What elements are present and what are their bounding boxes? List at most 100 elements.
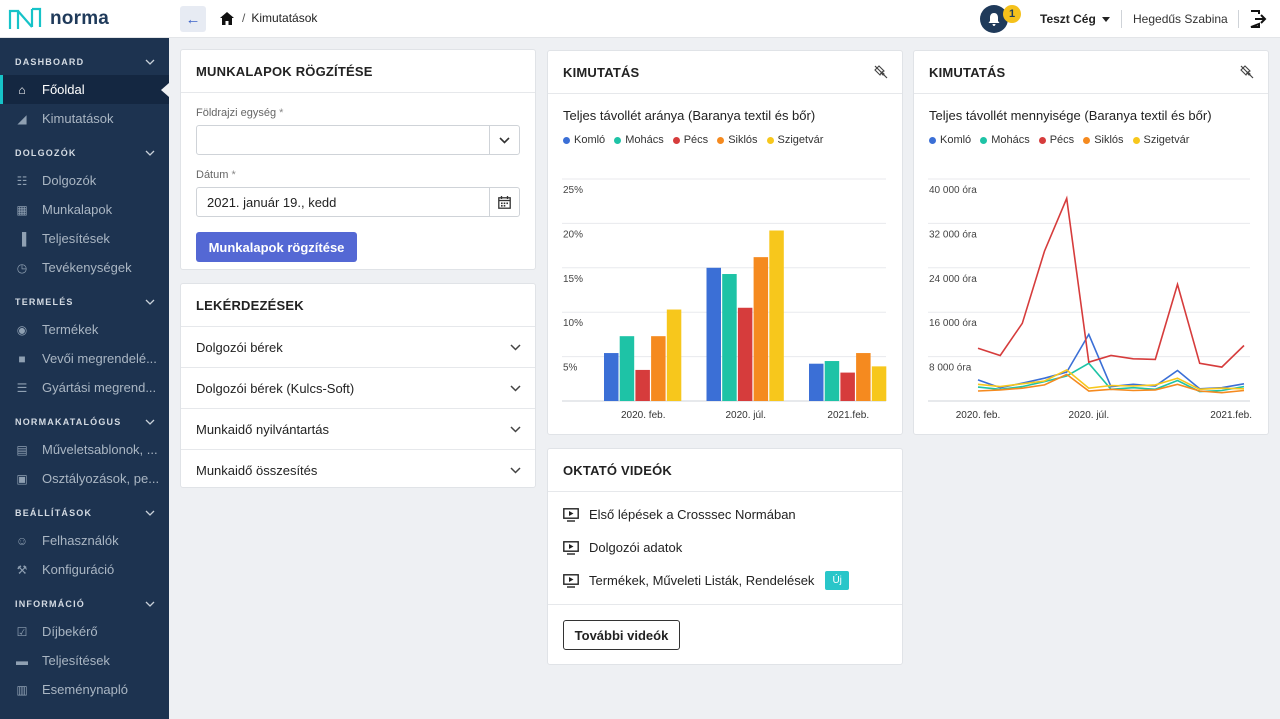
sidebar-item[interactable]: ▬ Teljesítések [0, 646, 169, 675]
legend-item[interactable]: Komló [563, 134, 605, 146]
logout-icon[interactable] [1248, 9, 1268, 29]
bar [856, 353, 871, 401]
legend-dot [563, 136, 570, 144]
query-label: Dolgozói bérek [196, 339, 283, 355]
chevron-down-icon [499, 136, 510, 144]
sidebar-section-header[interactable]: TERMELÉS [0, 288, 169, 315]
chevron-down-icon [510, 425, 521, 433]
video-link[interactable]: Első lépések a Crosssec Normában [563, 498, 902, 531]
unpin-icon[interactable] [874, 65, 888, 79]
y-tick-label: 24 000 óra [929, 274, 977, 285]
bell-icon [988, 12, 1000, 26]
sidebar-section-header[interactable]: INFORMÁCIÓ [0, 590, 169, 617]
legend-item[interactable]: Szigetvár [766, 134, 823, 146]
legend-item[interactable]: Pécs [672, 134, 708, 146]
sidebar-item[interactable]: ▥ Eseménynapló [0, 675, 169, 704]
sidebar-item[interactable]: ☰ Gyártási megrend... [0, 373, 169, 402]
legend-item[interactable]: Mohács [614, 134, 664, 146]
chevron-down-icon [145, 299, 155, 305]
calendar-icon [498, 195, 511, 209]
date-value: 2021. január 19., kedd [207, 195, 337, 210]
query-label: Munkaidő összesítés [196, 463, 318, 478]
sidebar-section-header[interactable]: NORMAKATALÓGUS [0, 408, 169, 435]
sidebar-item[interactable]: ▤ Műveletsablonok, ... [0, 435, 169, 464]
legend-item[interactable]: Siklós [1083, 134, 1124, 146]
query-accordion-item[interactable]: Dolgozói bérek (Kulcs-Soft) [181, 368, 535, 409]
chart-legend: Komló Mohács Pécs Siklós Szigetvár [929, 134, 1268, 146]
query-accordion-item[interactable]: Munkaidő összesítés [181, 450, 535, 491]
legend-item[interactable]: Komló [929, 134, 971, 146]
card-header: LEKÉRDEZÉSEK [181, 284, 535, 327]
classify-icon: ▣ [16, 471, 28, 486]
sidebar-item[interactable]: ☷ Dolgozók [0, 166, 169, 195]
box-icon: ◉ [16, 322, 28, 337]
sidebar-item[interactable]: ▣ Osztályozások, pe... [0, 464, 169, 493]
users-icon: ☷ [16, 173, 28, 188]
video-link[interactable]: Dolgozói adatok [563, 531, 902, 564]
geo-unit-select[interactable] [196, 125, 520, 155]
sidebar-item[interactable]: ☺ Felhasználók [0, 526, 169, 555]
unpin-icon[interactable] [1240, 65, 1254, 79]
sidebar-item[interactable]: ◢ Kimutatások [0, 104, 169, 133]
sidebar-item[interactable]: ◉ Termékek [0, 315, 169, 344]
chart-title: Teljes távollét mennyisége (Baranya text… [929, 108, 1212, 123]
caret-down-icon [1101, 16, 1110, 22]
logo[interactable]: norma [8, 6, 168, 32]
card-header: OKTATÓ VIDEÓK [548, 449, 902, 492]
calendar-button[interactable] [489, 188, 519, 216]
sidebar-item[interactable]: ⚒ Konfiguráció [0, 555, 169, 584]
legend-dot [614, 136, 622, 144]
sidebar-section-header[interactable]: DOLGOZÓK [0, 139, 169, 166]
back-button[interactable]: ← [180, 6, 206, 32]
card-header: KIMUTATÁS [914, 51, 1268, 94]
series-line [977, 332, 1245, 390]
sidebar-item-label: Főoldal [42, 82, 85, 97]
sidebar-item[interactable]: ☑ Díjbekérő [0, 617, 169, 646]
query-accordion-item[interactable]: Dolgozói bérek [181, 327, 535, 368]
card-header: MUNKALAPOK RÖGZÍTÉSE [181, 50, 535, 93]
chevron-down-icon [145, 150, 155, 156]
bar [635, 369, 650, 401]
video-link[interactable]: Termékek, Műveleti Listák, Rendelések Új [563, 564, 902, 597]
card-title: LEKÉRDEZÉSEK [196, 297, 304, 313]
sidebar-section-header[interactable]: DASHBOARD [0, 48, 169, 75]
user-name[interactable]: Hegedűs Szabina [1133, 12, 1228, 26]
video-title: Első lépések a Crosssec Normában [589, 507, 796, 522]
worksheet-card: MUNKALAPOK RÖGZÍTÉSE Földrajzi egység * … [180, 49, 536, 270]
sidebar-item[interactable]: ■ Vevői megrendelé... [0, 344, 169, 373]
sidebar-item[interactable]: ⌂ Főoldal [0, 75, 169, 104]
sidebar-section-header[interactable]: BEÁLLÍTÁSOK [0, 499, 169, 526]
sidebar-item[interactable]: ▐ Teljesítések [0, 224, 169, 253]
wrench-icon: ⚒ [16, 562, 28, 577]
y-tick-label: 10% [563, 318, 583, 329]
queries-card: LEKÉRDEZÉSEK Dolgozói bérek Dolgozói bér… [180, 283, 536, 488]
query-accordion-item[interactable]: Munkaidő nyilvántartás [181, 409, 535, 450]
home-icon[interactable] [220, 11, 234, 25]
legend-dot [672, 136, 680, 144]
sidebar-item-label: Műveletsablonok, ... [42, 442, 158, 457]
y-tick-label: 20% [563, 229, 583, 240]
chevron-down-icon [145, 601, 155, 607]
bar-chart-card: KIMUTATÁS Teljes távollét aránya (Barany… [547, 50, 903, 435]
sidebar-item-label: Termékek [42, 322, 99, 337]
dropdown-button[interactable] [489, 126, 519, 154]
legend-item[interactable]: Siklós [717, 134, 758, 146]
sidebar-item-label: Felhasználók [42, 533, 119, 548]
record-worksheets-button[interactable]: Munkalapok rögzítése [196, 232, 357, 262]
legend-item[interactable]: Pécs [1038, 134, 1074, 146]
new-badge: Új [825, 571, 849, 590]
legend-item[interactable]: Szigetvár [1132, 134, 1189, 146]
date-field[interactable]: 2021. január 19., kedd [196, 187, 520, 217]
legend-item[interactable]: Mohács [980, 134, 1030, 146]
geo-unit-label: Földrajzi egység * [196, 107, 284, 119]
bar [604, 353, 619, 401]
sidebar-item[interactable]: ◷ Tevékenységek [0, 253, 169, 282]
x-tick-label: 2020. júl. [1069, 410, 1110, 421]
bar [619, 336, 635, 401]
query-label: Munkaidő nyilvántartás [196, 421, 329, 437]
chevron-down-icon [145, 510, 155, 516]
company-selector[interactable]: Teszt Cég [1040, 12, 1110, 26]
sidebar-item[interactable]: ▦ Munkalapok [0, 195, 169, 224]
home-icon: ⌂ [18, 82, 26, 97]
more-videos-button[interactable]: További videók [563, 620, 680, 650]
